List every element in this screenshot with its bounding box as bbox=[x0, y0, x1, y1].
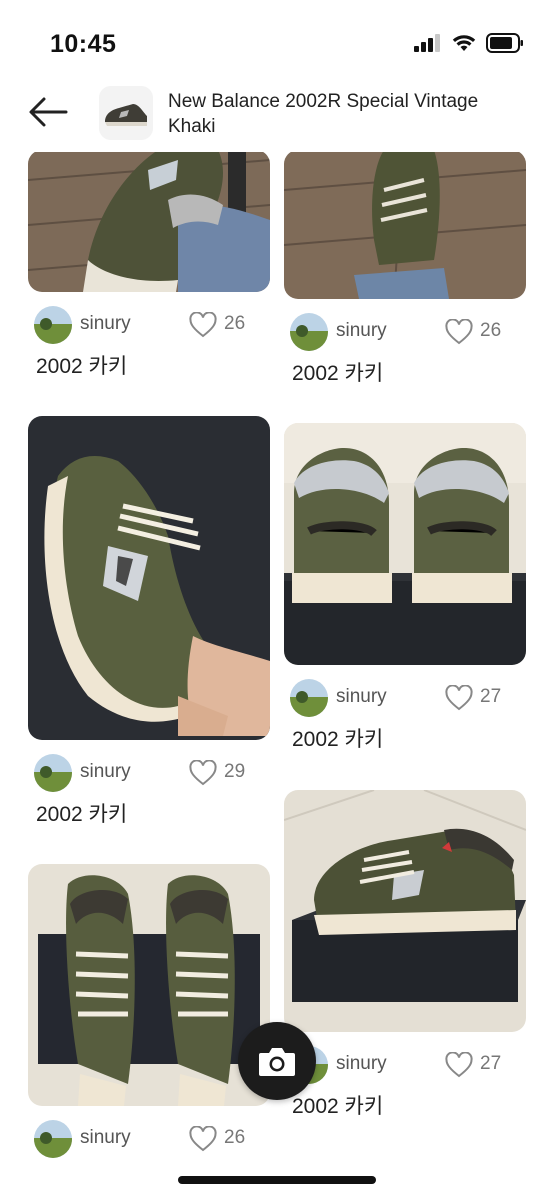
like-count: 26 bbox=[480, 320, 502, 341]
post-card[interactable]: sinury 26 2002 카키 bbox=[28, 152, 270, 380]
post-meta: sinury 26 bbox=[28, 1118, 270, 1158]
heart-icon[interactable] bbox=[445, 685, 473, 711]
shoe-thumbnail-image bbox=[99, 86, 153, 140]
avatar[interactable] bbox=[290, 679, 328, 717]
post-caption: 2002 카키 bbox=[36, 355, 128, 378]
post-username[interactable]: sinury bbox=[336, 686, 387, 708]
avatar[interactable] bbox=[34, 306, 72, 344]
like-count: 27 bbox=[480, 686, 502, 707]
heart-icon[interactable] bbox=[189, 1126, 217, 1152]
post-meta: sinury 27 bbox=[284, 1044, 526, 1084]
post-card[interactable]: sinury 27 2002 카키 bbox=[284, 423, 526, 753]
post-caption: 2002 카키 bbox=[292, 728, 384, 751]
heart-icon[interactable] bbox=[189, 760, 217, 786]
post-card[interactable]: sinury 26 2002 카키 bbox=[284, 152, 526, 387]
post-caption: 2002 카키 bbox=[36, 803, 128, 826]
post-username[interactable]: sinury bbox=[80, 313, 131, 335]
post-card[interactable]: sinury 27 2002 카키 bbox=[284, 790, 526, 1120]
post-photo[interactable] bbox=[284, 790, 526, 1032]
post-card[interactable]: sinury 26 bbox=[28, 864, 270, 1158]
avatar-image bbox=[290, 679, 328, 717]
avatar-image bbox=[290, 313, 328, 351]
heart-icon[interactable] bbox=[445, 1052, 473, 1078]
post-meta: sinury 26 bbox=[284, 311, 526, 351]
heart-icon[interactable] bbox=[445, 319, 473, 345]
post-username[interactable]: sinury bbox=[336, 1053, 387, 1075]
post-caption: 2002 카키 bbox=[292, 1095, 384, 1118]
status-bar: 10:45 bbox=[0, 0, 554, 88]
wifi-icon bbox=[452, 35, 476, 51]
post-photo[interactable] bbox=[28, 152, 270, 292]
avatar[interactable] bbox=[34, 1120, 72, 1158]
post-username[interactable]: sinury bbox=[80, 761, 131, 783]
like-count: 29 bbox=[224, 761, 246, 782]
post-meta: sinury 26 bbox=[28, 304, 270, 344]
post-card[interactable]: sinury 29 2002 카키 bbox=[28, 416, 270, 828]
post-photo[interactable] bbox=[28, 864, 270, 1106]
avatar[interactable] bbox=[290, 313, 328, 351]
camera-button[interactable] bbox=[238, 1022, 316, 1100]
post-meta: sinury 27 bbox=[284, 677, 526, 717]
like-count: 27 bbox=[480, 1053, 502, 1074]
status-time: 10:45 bbox=[50, 30, 117, 58]
cellular-signal-icon bbox=[414, 34, 440, 52]
avatar-image bbox=[34, 1120, 72, 1158]
home-indicator bbox=[178, 1176, 376, 1184]
header: New Balance 2002R Special Vintage Khaki bbox=[0, 82, 554, 152]
arrow-left-icon bbox=[29, 97, 68, 127]
back-button[interactable] bbox=[26, 94, 70, 130]
camera-icon bbox=[259, 1048, 295, 1076]
avatar-image bbox=[34, 306, 72, 344]
avatar[interactable] bbox=[34, 754, 72, 792]
post-caption: 2002 카키 bbox=[292, 362, 384, 385]
status-icons bbox=[414, 33, 524, 53]
like-count: 26 bbox=[224, 313, 246, 334]
page-title: New Balance 2002R Special Vintage Khaki bbox=[168, 91, 479, 137]
battery-icon bbox=[486, 33, 523, 53]
post-username[interactable]: sinury bbox=[80, 1127, 131, 1149]
post-meta: sinury 29 bbox=[28, 752, 270, 792]
post-photo[interactable] bbox=[284, 152, 526, 299]
avatar-image bbox=[34, 754, 72, 792]
post-photo[interactable] bbox=[284, 423, 526, 665]
post-username[interactable]: sinury bbox=[336, 320, 387, 342]
like-count: 26 bbox=[224, 1127, 246, 1148]
product-thumbnail[interactable] bbox=[99, 86, 153, 140]
post-photo[interactable] bbox=[28, 416, 270, 740]
heart-icon[interactable] bbox=[189, 312, 217, 338]
